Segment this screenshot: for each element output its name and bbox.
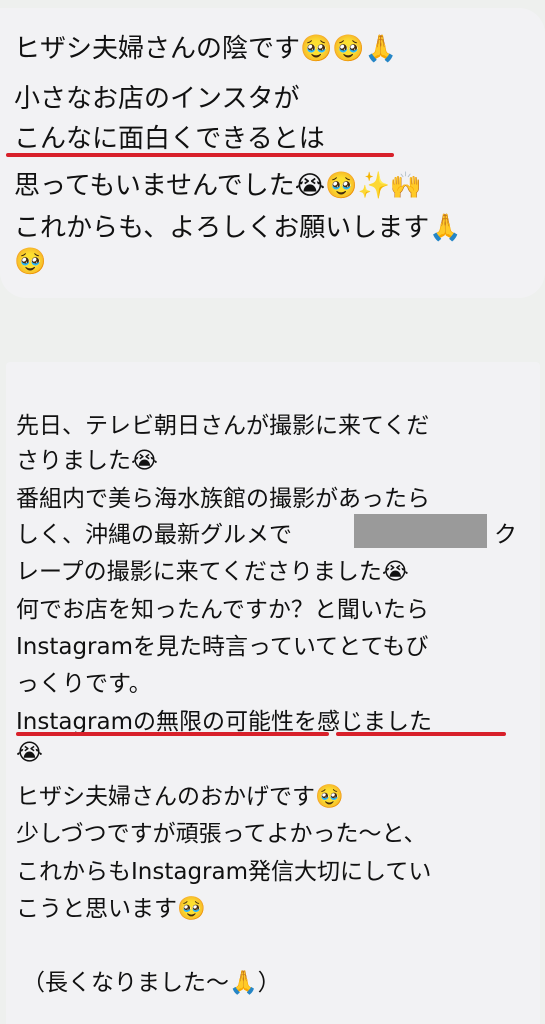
message1-line-6: 🥹 <box>14 247 47 277</box>
message1-line-4: 思ってもいませんでした😭🥹✨🙌 <box>14 171 423 201</box>
message1-line-1: ヒザシ夫婦さんの陰です🥹🥹🙏 <box>14 34 398 64</box>
message1-line-5: これからも、よろしくお願いします🙏 <box>14 213 462 243</box>
message2-line-1: 先日、テレビ朝日さんが撮影に来てくだ <box>16 413 430 439</box>
highlight-underline-2 <box>16 732 329 736</box>
redacted-block <box>354 514 487 548</box>
message2-line-10: 😭 <box>16 740 43 766</box>
message2-line-9: Instagramの無限の可能性を感じました <box>16 709 433 735</box>
message1-line-3: こんなに面白くできるとは <box>14 124 325 154</box>
message1-line-2: 小さなお店のインスタが <box>14 84 300 114</box>
message2-line-3: 番組内で美ら海水族館の撮影があったら <box>16 486 430 512</box>
message2-line-14: こうと思います🥹 <box>16 896 206 922</box>
highlight-underline-3 <box>336 732 506 736</box>
message2-line-7: Instagramを見た時言っていてとてもび <box>16 634 429 660</box>
message2-line-2: さりました😭 <box>16 448 158 474</box>
message2-line-4: しく、沖縄の最新グルメで <box>16 522 292 548</box>
message2-line-4b: ク <box>494 522 517 548</box>
message2-line-15: （長くなりました〜🙏） <box>22 970 281 996</box>
message2-line-5: レープの撮影に来てくださりました😭 <box>16 559 409 585</box>
message2-line-8: っくりです。 <box>16 671 152 697</box>
message2-line-12: 少しづつですが頑張ってよかった〜と、 <box>16 821 427 847</box>
message2-line-6: 何でお店を知ったんですか？と聞いたら <box>16 597 429 623</box>
message2-line-11: ヒザシ夫婦さんのおかげです🥹 <box>16 784 344 810</box>
message2-line-13: これからもInstagram発信大切にしてい <box>16 859 432 885</box>
highlight-underline-1 <box>6 153 394 157</box>
